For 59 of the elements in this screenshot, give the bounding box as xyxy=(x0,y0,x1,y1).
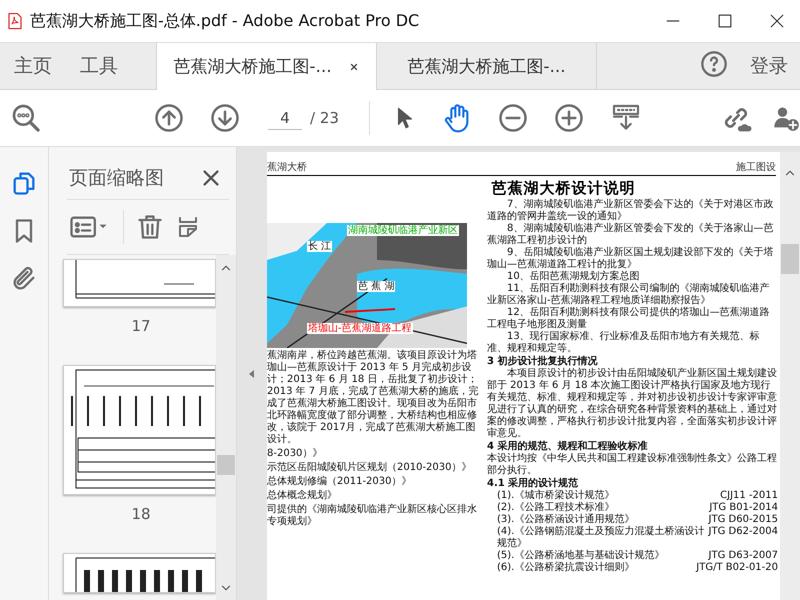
map-label: 塔珈山-芭蕉湖道路工程 xyxy=(307,323,413,334)
reference-text: 8-2030）》 xyxy=(267,448,324,460)
page-thumbnail[interactable] xyxy=(63,553,216,593)
map-label: 长 江 xyxy=(307,241,332,252)
page-header: 蕉湖大桥 xyxy=(267,160,307,174)
reference-item: 8、湖南城陵矶临港产业新区管委会下发的《关于洛家山—芭蕉湖路工程初步设计的 xyxy=(487,223,774,246)
reference-item: 11、岳阳百利勘测科技有限公司编制的《湖南城陵矶临港产业新区洛家山-芭蕉湖路程工程地质详细勘察报告》 xyxy=(487,283,771,306)
document-tab[interactable]: 芭蕉湖大桥施工图-... xyxy=(156,43,376,90)
standard-code: JTG B01-2014 xyxy=(709,502,778,514)
reference-text: 总体概念规划》 xyxy=(267,490,338,502)
section-heading: 4 采用的规范、规程和工程验收标准 xyxy=(487,441,648,452)
nav-tab[interactable]: 工具 xyxy=(66,43,132,89)
reference-item: 7、湖南城陵矶临港产业新区管委会下达的《关于对港区市政道路的管网井盖统一设的通知》 xyxy=(487,199,774,222)
standard-code: JTG D63-2007 xyxy=(708,550,778,562)
zoom-search-icon[interactable] xyxy=(10,102,42,134)
page-number-field[interactable]: 4 xyxy=(268,106,302,130)
standard-name: (6).《公路桥梁抗震设计细则》 xyxy=(497,562,634,574)
page-header: 施工图设 xyxy=(736,160,776,174)
nav-tab[interactable]: 主页 xyxy=(0,43,66,89)
standard-name: (1).《城市桥梁设计规范》 xyxy=(497,490,614,502)
standard-name: (5).《公路桥涵地基与基础设计规范》 xyxy=(497,550,664,562)
pdf-file-icon xyxy=(6,11,24,31)
sign-in-link[interactable]: 登录 xyxy=(728,43,800,89)
paragraph: 本设计均按《中华人民共和国工程建设标准强制性条文》公路工程部分执行。 xyxy=(487,453,778,477)
next-page-icon[interactable] xyxy=(210,103,240,133)
scrollbar-thumb[interactable] xyxy=(781,244,799,274)
standard-name: (3).《公路桥涵设计通用规范》 xyxy=(497,514,634,526)
map-label: 芭 蕉 湖 xyxy=(357,281,396,292)
reference-text: 示范区岳阳城陵矶片区规划（2010-2030）》 xyxy=(267,462,473,474)
previous-page-icon[interactable] xyxy=(154,103,184,133)
standard-name: (4).《公路钢筋混凝土及预应力混凝土桥涵设计规范》 xyxy=(497,526,705,550)
page-number: 18 xyxy=(131,505,151,523)
standard-code: JTG/T B02-01-20 xyxy=(696,562,778,574)
section-heading: 3 初步设计批复执行情况 xyxy=(487,356,598,368)
page-thumbnail[interactable] xyxy=(63,259,216,307)
reference-text: 总体规划修编（2011-2030）》 xyxy=(267,476,413,488)
window-title: 芭蕉湖大桥施工图-总体.pdf - Adobe Acrobat Pro DC xyxy=(30,10,420,32)
paragraph: 蕉湖南岸，桥位跨越芭蕉湖。该项目原设计为塔珈山—芭蕉原设计于 2013 年 5 月完成初步设计；2013 年 6 月 18 日，岳批复了初步设计； 2013 年 7 月底，完成了芭蕉湖大桥的施底，完成了芭蕉湖大桥施工图设计。现项目改为岳阳市北环路幅宽度做了部分调整，大桥结构也相应修改，该院于 2017月，完成了芭蕉湖大桥施工图设计。 xyxy=(267,350,479,446)
subsection-heading: 4.1 采用的设计规范 xyxy=(487,478,580,490)
reference-item: 12、岳阳百利勘测科技有限公司提供的塔珈山—芭蕉湖道路工程电子地形图及测量 xyxy=(487,307,771,330)
reference-item: 10、岳阳芭蕉湖规划方案总图 xyxy=(506,271,641,282)
help-icon[interactable] xyxy=(700,50,728,78)
document-title: 芭蕉湖大桥设计说明 xyxy=(490,179,636,198)
standard-code: JTG D62-2004 xyxy=(708,526,778,539)
standard-code: CJJ11 -2011 xyxy=(720,490,778,502)
page-number: 17 xyxy=(131,317,151,335)
zoom-out-icon[interactable] xyxy=(498,103,528,133)
panel-title: 页面缩略图 xyxy=(69,166,164,191)
reference-text: 司提供的《湖南城陵矶临港产业新区核心区排水专项规划》 xyxy=(267,504,478,528)
page-count: / 23 xyxy=(310,109,339,127)
standard-code: JTG D60-2015 xyxy=(708,514,778,526)
paragraph: 本项目原设计的初步设计由岳阳城陵矶产业新区国土规划建设部于 2013 年 6 月 18 本次施工图设计严格执行国家及地方现行有关规范、标准、规程和规定等，并对初步设初步设计专家评审意见进行了认真的研究，在综合研究各种背景资料的基础上，通过对案的修改调整，严格执行初步设计批复内容，全面落实初步设计评审意见。 xyxy=(487,368,778,440)
page-thumbnail[interactable] xyxy=(63,365,216,495)
map-label: 湖南城陵矶临港产业新区 xyxy=(347,225,459,236)
scrollbar-thumb[interactable] xyxy=(217,455,235,475)
standard-name: (2).《公路工程技术标准》 xyxy=(497,502,614,514)
reference-item: 9、岳阳城陵矶临港产业新区国土规划建设部下发的《关于塔珈山—芭蕉湖道路工程计的批复》 xyxy=(487,247,774,270)
zoom-in-icon[interactable] xyxy=(554,103,584,133)
reference-item: 13、现行国家标准、行业标准及岳阳市地方有关规范、标准、规程和规定等。 xyxy=(487,331,761,355)
